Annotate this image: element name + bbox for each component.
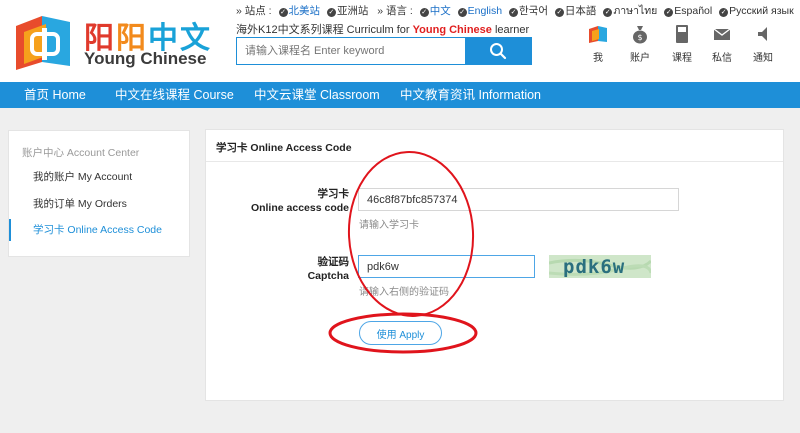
tagline-suffix: learner [491, 24, 530, 36]
lang-option-ko[interactable]: 한국어 [519, 5, 548, 17]
apply-button[interactable]: 使用 Apply [359, 321, 442, 345]
access-code-label: 学习卡 Online access code [251, 187, 349, 215]
brand-name-english[interactable]: Young Chinese [84, 49, 206, 69]
header-nav-label: 通知 [753, 53, 773, 64]
access-code-input[interactable] [358, 188, 679, 211]
tagline: 海外K12中文系列课程 Curriculm for Young Chinese … [236, 21, 529, 37]
account-sidebar: 账户中心 Account Center 我的账户 My Account 我的订单… [8, 130, 190, 257]
search-input[interactable] [237, 38, 465, 64]
nav-information[interactable]: 中文教育资讯 Information [400, 82, 541, 108]
search-icon [490, 43, 507, 60]
search-button[interactable] [465, 38, 531, 64]
speaker-icon [758, 27, 767, 41]
search-box [236, 37, 532, 65]
check-icon: ✓ [326, 8, 336, 17]
money-bag-icon: $ [633, 26, 647, 44]
access-code-hint: 请输入学习卡 [359, 220, 419, 231]
lang-option-en[interactable]: English [468, 5, 502, 17]
captcha-input[interactable] [358, 255, 535, 278]
sidebar-item-my-account[interactable]: 我的账户 My Account [9, 166, 189, 188]
captcha-text: pdk6w [563, 256, 625, 278]
check-icon: ✓ [664, 8, 674, 17]
lang-option-ru[interactable]: Русский язык [729, 5, 794, 17]
sidebar-title: 账户中心 Account Center [22, 147, 140, 159]
site-language-bar: » 站点 : ✓ 北美站 ✓ 亚洲站 » 语言 : ✓ 中文 ✓ English ✓ 한국… [236, 2, 794, 19]
captcha-label-cn: 验证码 [317, 256, 350, 268]
captcha-label: 验证码 Captcha [308, 255, 349, 283]
check-icon: ✓ [419, 8, 429, 17]
lang-option-es[interactable]: Español [674, 5, 712, 17]
main-nav-bar: 首页 Home 中文在线课程 Course 中文云课堂 Classroom 中文… [0, 82, 800, 108]
language-label: » 语言 : [377, 5, 413, 17]
header-nav-courses[interactable]: 课程 [664, 24, 700, 64]
nav-course[interactable]: 中文在线课程 Course [115, 82, 234, 108]
header-nav-label: 课程 [672, 53, 692, 64]
site-option-asia[interactable]: 亚洲站 [337, 5, 369, 17]
captcha-hint: 请输入右侧的验证码 [359, 287, 449, 298]
header-nav-account[interactable]: $ 账户 [622, 24, 658, 64]
captcha-image[interactable]: pdk6w [549, 255, 651, 278]
panel-title: 学习卡 Online Access Code [216, 142, 352, 154]
captcha-label-en: Captcha [307, 270, 349, 282]
site-option-current[interactable]: 北美站 [289, 5, 321, 17]
check-icon: ✓ [603, 8, 613, 17]
check-icon: ✓ [719, 8, 729, 17]
lang-option-ja[interactable]: 日本語 [565, 5, 597, 17]
site-header: 阳阳中文 Young Chinese » 站点 : ✓ 北美站 ✓ 亚洲站 » 语言… [0, 0, 800, 82]
book-icon [676, 25, 688, 43]
nav-home[interactable]: 首页 Home [24, 82, 86, 108]
sidebar-item-my-orders[interactable]: 我的订单 My Orders [9, 193, 189, 215]
lang-option-zh[interactable]: 中文 [430, 5, 451, 17]
check-icon: ✓ [509, 8, 519, 17]
header-nav-messages[interactable]: 私信 [704, 24, 740, 64]
divider [206, 161, 783, 162]
user-logo-icon [589, 26, 607, 43]
tagline-prefix: 海外K12中文系列课程 Curriculm for [236, 24, 413, 36]
header-nav-me[interactable]: 我 [580, 24, 616, 64]
envelope-icon [713, 28, 731, 40]
tagline-highlight: Young Chinese [412, 24, 492, 36]
header-nav-notifications[interactable]: 通知 [745, 24, 781, 64]
sidebar-item-access-code[interactable]: 学习卡 Online Access Code [9, 219, 189, 241]
check-icon: ✓ [278, 8, 288, 17]
check-icon: ✓ [457, 8, 467, 17]
lang-option-th[interactable]: ภาษาไทย [613, 5, 657, 17]
access-code-panel: 学习卡 Online Access Code 学习卡 Online access… [205, 129, 784, 401]
header-nav-label: 账户 [630, 53, 650, 64]
access-code-label-en: Online access code [250, 202, 349, 214]
check-icon: ✓ [554, 8, 564, 17]
access-code-label-cn: 学习卡 [317, 188, 350, 200]
nav-classroom[interactable]: 中文云课堂 Classroom [254, 82, 380, 108]
svg-text:$: $ [637, 33, 642, 42]
header-nav-label: 我 [593, 53, 603, 64]
site-label: » 站点 : [236, 5, 272, 17]
brand-logo-icon[interactable] [12, 12, 76, 72]
header-nav-label: 私信 [712, 53, 732, 64]
